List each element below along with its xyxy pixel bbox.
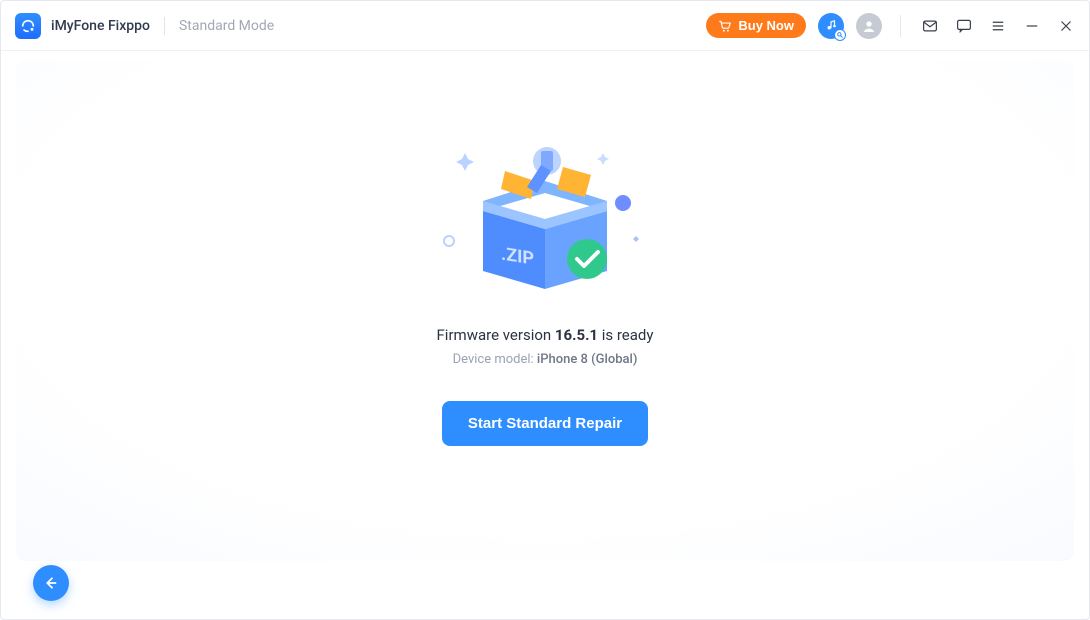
device-label: Device model: bbox=[453, 352, 537, 367]
account-icon[interactable] bbox=[856, 13, 882, 39]
magnify-badge-icon bbox=[834, 29, 846, 41]
mode-label: Standard Mode bbox=[179, 18, 274, 34]
music-search-icon[interactable] bbox=[818, 13, 844, 39]
buy-now-button[interactable]: Buy Now bbox=[706, 13, 806, 38]
firmware-version: 16.5.1 bbox=[555, 326, 598, 344]
firmware-prefix: Firmware version bbox=[437, 326, 555, 344]
titlebar: iMyFone Fixppo Standard Mode Buy Now bbox=[1, 1, 1089, 51]
close-icon[interactable] bbox=[1055, 15, 1077, 37]
device-model: Device model: iPhone 8 (Global) bbox=[437, 352, 654, 367]
buy-now-label: Buy Now bbox=[738, 18, 794, 33]
status-text: Firmware version 16.5.1 is ready Device … bbox=[437, 326, 654, 367]
app-window: iMyFone Fixppo Standard Mode Buy Now bbox=[0, 0, 1090, 620]
firmware-status: Firmware version 16.5.1 is ready bbox=[437, 326, 654, 344]
arrow-left-icon bbox=[42, 574, 60, 592]
titlebar-left: iMyFone Fixppo Standard Mode bbox=[1, 13, 706, 39]
feedback-icon[interactable] bbox=[953, 15, 975, 37]
minimize-icon[interactable] bbox=[1021, 15, 1043, 37]
cart-icon bbox=[718, 19, 732, 33]
main-panel: .ZIP Firmware version 16.5.1 is ready De… bbox=[16, 61, 1074, 561]
menu-icon[interactable] bbox=[987, 15, 1009, 37]
app-title: iMyFone Fixppo bbox=[51, 18, 150, 34]
app-logo-icon bbox=[15, 13, 41, 39]
divider bbox=[164, 17, 165, 35]
firmware-illustration-icon: .ZIP bbox=[435, 131, 655, 296]
titlebar-right: Buy Now bbox=[706, 13, 1077, 39]
mail-icon[interactable] bbox=[919, 15, 941, 37]
divider bbox=[900, 15, 901, 37]
back-button[interactable] bbox=[33, 565, 69, 601]
firmware-suffix: is ready bbox=[598, 326, 653, 344]
device-model-value: iPhone 8 (Global) bbox=[537, 352, 637, 367]
start-standard-repair-button[interactable]: Start Standard Repair bbox=[442, 401, 648, 446]
